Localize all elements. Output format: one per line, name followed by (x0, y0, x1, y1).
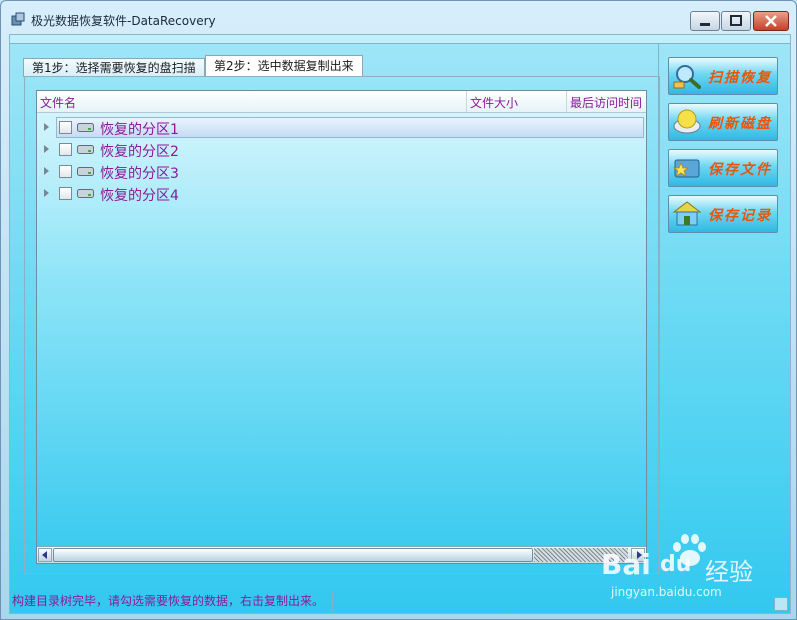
refresh-disk-button[interactable]: 刷新磁盘 (668, 103, 778, 141)
row-checkbox[interactable] (59, 165, 72, 178)
save-file-label: 保存文件 (708, 162, 772, 178)
list-header: 文件名 文件大小 最后访问时间 (37, 91, 646, 113)
save-record-button[interactable]: 保存记录 (668, 195, 778, 233)
expand-arrow-icon[interactable] (44, 145, 49, 153)
expand-arrow-icon[interactable] (44, 123, 49, 131)
drive-icon (77, 123, 94, 132)
close-button[interactable] (753, 11, 789, 31)
minimize-icon (700, 23, 710, 26)
save-record-label: 保存记录 (708, 208, 772, 224)
drive-icon (77, 145, 94, 154)
magnifier-icon (673, 65, 701, 89)
file-tree[interactable]: 文件名 文件大小 最后访问时间 恢复的分区1 恢复的分区2 恢复的分区3 恢复的… (36, 90, 647, 564)
close-icon (765, 15, 777, 27)
watermark-brand-du: du (660, 552, 692, 577)
tree-row[interactable]: 恢复的分区1 (37, 117, 646, 139)
minimize-button[interactable] (690, 11, 720, 31)
tab-step2[interactable]: 第2步：选中数据复制出来 (205, 55, 363, 77)
partition-label[interactable]: 恢复的分区4 (100, 185, 179, 205)
column-header-size[interactable]: 文件大小 (470, 94, 518, 111)
tree-row[interactable]: 恢复的分区2 (37, 139, 646, 161)
watermark-brand-cn: 经验 (705, 558, 753, 586)
partition-label[interactable]: 恢复的分区1 (100, 119, 179, 139)
watermark-brand: Bai (601, 548, 651, 581)
resize-grip-icon[interactable] (774, 597, 788, 611)
window-title: 极光数据恢复软件-DataRecovery (31, 14, 216, 28)
row-checkbox[interactable] (59, 121, 72, 134)
left-arrow-icon (42, 551, 47, 559)
drive-icon (77, 167, 94, 176)
expand-arrow-icon[interactable] (44, 189, 49, 197)
tree-row[interactable]: 恢复的分区3 (37, 161, 646, 183)
save-file-icon (672, 159, 700, 178)
scroll-thumb[interactable] (53, 548, 533, 562)
row-checkbox[interactable] (59, 187, 72, 200)
scan-recover-button[interactable]: 扫描恢复 (668, 57, 778, 95)
tree-row[interactable]: 恢复的分区4 (37, 183, 646, 205)
app-window: 极光数据恢复软件-DataRecovery 第1步：选择需要恢复的盘扫描 第2步… (0, 0, 797, 620)
horizontal-scrollbar[interactable] (37, 546, 646, 563)
scan-recover-label: 扫描恢复 (708, 70, 772, 86)
client-area: 第1步：选择需要恢复的盘扫描 第2步：选中数据复制出来 文件名 文件大小 最后访… (9, 34, 791, 614)
baidu-watermark: Bai du 经验 jingyan.baidu.com (601, 531, 771, 601)
row-checkbox[interactable] (59, 143, 72, 156)
tab-panel: 文件名 文件大小 最后访问时间 恢复的分区1 恢复的分区2 恢复的分区3 恢复的… (24, 76, 660, 574)
expand-arrow-icon[interactable] (44, 167, 49, 175)
app-icon (11, 12, 25, 26)
partition-label[interactable]: 恢复的分区3 (100, 163, 179, 183)
column-header-access-time[interactable]: 最后访问时间 (570, 94, 642, 111)
save-file-button[interactable]: 保存文件 (668, 149, 778, 187)
maximize-button[interactable] (721, 11, 751, 31)
drive-icon (77, 189, 94, 198)
scroll-left-button[interactable] (38, 548, 52, 562)
disk-refresh-icon (673, 109, 701, 134)
action-sidebar: 扫描恢复 刷新磁盘 保存文件 保存记录 (658, 43, 791, 576)
tab-step1[interactable]: 第1步：选择需要恢复的盘扫描 (23, 58, 205, 77)
column-divider[interactable] (466, 91, 467, 112)
status-message: 构建目录树完毕，请勾选需要恢复的数据，右击复制出来。 (10, 591, 333, 611)
partition-label[interactable]: 恢复的分区2 (100, 141, 179, 161)
house-record-icon (672, 201, 702, 226)
column-header-name[interactable]: 文件名 (40, 94, 76, 111)
maximize-icon (730, 15, 742, 26)
watermark-url: jingyan.baidu.com (611, 585, 722, 599)
column-divider[interactable] (566, 91, 567, 112)
refresh-disk-label: 刷新磁盘 (708, 116, 772, 132)
